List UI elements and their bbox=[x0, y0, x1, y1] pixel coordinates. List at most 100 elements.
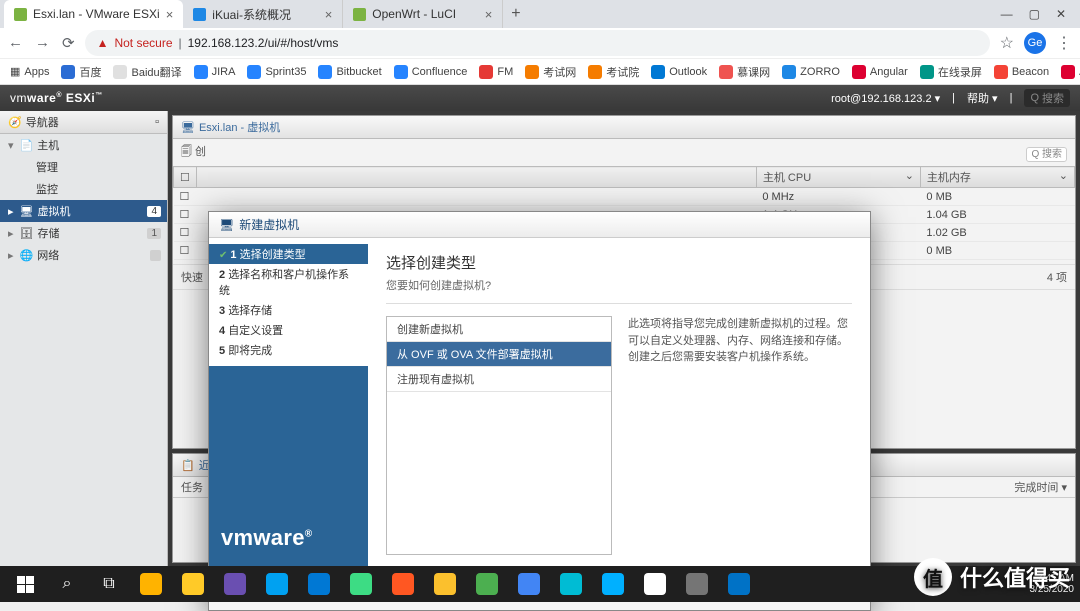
col-task[interactable]: 任务 bbox=[181, 479, 203, 495]
user-menu[interactable]: root@192.168.123.2 ▾ bbox=[831, 92, 940, 105]
step-5[interactable]: 5 即将完成 bbox=[209, 340, 368, 360]
clock[interactable]: 7:45 AM 3/25/2020 bbox=[1030, 573, 1075, 595]
col-cpu[interactable]: 主机 CPU ⌄ bbox=[756, 167, 920, 188]
forward-button[interactable]: → bbox=[35, 34, 50, 52]
taskbar-app[interactable] bbox=[258, 568, 296, 600]
taskbar-app[interactable] bbox=[594, 568, 632, 600]
modal-body: ✔1 选择创建类型 2 选择名称和客户机操作系统 3 选择存储 4 自定义设置 … bbox=[209, 238, 870, 569]
minimize-button[interactable]: — bbox=[1001, 7, 1013, 21]
tree-toggle-icon[interactable]: ▸ bbox=[8, 205, 14, 218]
bookmark-icon bbox=[61, 65, 75, 79]
bookmark-kaoshi[interactable]: 考试网 bbox=[525, 64, 576, 80]
tree-toggle-icon[interactable]: ▾ bbox=[8, 139, 14, 152]
checkbox-header[interactable]: ☐ bbox=[174, 167, 197, 188]
close-button[interactable]: ✕ bbox=[1056, 7, 1066, 21]
bookmark-kaoshiyuan[interactable]: 考试院 bbox=[588, 64, 639, 80]
bookmark-baidufanyi[interactable]: Baidu翻译 bbox=[113, 64, 181, 80]
start-button[interactable] bbox=[6, 568, 44, 600]
taskbar-app[interactable] bbox=[552, 568, 590, 600]
system-tray[interactable]: 7:45 AM 3/25/2020 bbox=[1030, 573, 1075, 595]
task-view-button[interactable]: ⧉ bbox=[90, 568, 128, 600]
step-2[interactable]: 2 选择名称和客户机操作系统 bbox=[209, 264, 368, 300]
bookmark-jira[interactable]: JIRA bbox=[194, 65, 236, 79]
bookmark-icon bbox=[994, 65, 1008, 79]
taskbar-app[interactable] bbox=[678, 568, 716, 600]
bookmark-angularjs[interactable]: AngularJS bbox=[1061, 65, 1080, 79]
bookmark-baidu[interactable]: 百度 bbox=[61, 64, 101, 80]
profile-avatar[interactable]: Ge bbox=[1024, 32, 1046, 54]
esxi-header: vmware® ESXi™ root@192.168.123.2 ▾ | 帮助 … bbox=[0, 85, 1080, 111]
search-button[interactable]: ⌕ bbox=[48, 568, 86, 600]
bookmark-sprint35[interactable]: Sprint35 bbox=[247, 65, 306, 79]
esxi-header-right: root@192.168.123.2 ▾ | 帮助 ▾ | Q搜索 bbox=[831, 89, 1070, 107]
option-create-new[interactable]: 创建新虚拟机 bbox=[387, 317, 611, 342]
close-icon[interactable]: × bbox=[166, 7, 174, 22]
taskbar-app[interactable] bbox=[468, 568, 506, 600]
quick-filter-button[interactable]: 快速 bbox=[181, 269, 203, 285]
bookmark-icon bbox=[479, 65, 493, 79]
new-tab-button[interactable]: + bbox=[503, 5, 528, 23]
bookmark-screenrec[interactable]: 在线录屏 bbox=[920, 64, 982, 80]
new-vm-wizard: 🖥新建虚拟机 ✔1 选择创建类型 2 选择名称和客户机操作系统 3 选择存储 4… bbox=[208, 211, 871, 611]
taskbar-app[interactable] bbox=[636, 568, 674, 600]
check-icon: ✔ bbox=[219, 250, 227, 261]
back-button[interactable]: ← bbox=[8, 34, 23, 52]
sidebar-item-host[interactable]: ▾📄主机 bbox=[0, 134, 167, 156]
sidebar: 🧭 导航器 ▫ ▾📄主机 管理 监控 ▸🖥虚拟机4 ▸🗄存储1 ▸🌐网络 bbox=[0, 111, 168, 567]
sidebar-item-network[interactable]: ▸🌐网络 bbox=[0, 244, 167, 266]
close-icon[interactable]: × bbox=[485, 7, 493, 22]
bookmark-fm[interactable]: FM bbox=[479, 65, 513, 79]
sidebar-item-vms[interactable]: ▸🖥虚拟机4 bbox=[0, 200, 167, 222]
panel-search[interactable]: Q 搜索 bbox=[1026, 145, 1067, 160]
help-menu[interactable]: 帮助 ▾ bbox=[967, 90, 998, 106]
tree-toggle-icon[interactable]: ▸ bbox=[8, 227, 14, 240]
sidebar-collapse-icon[interactable]: ▫ bbox=[155, 116, 159, 128]
bookmark-angular[interactable]: Angular bbox=[852, 65, 908, 79]
maximize-button[interactable]: ▢ bbox=[1029, 7, 1040, 21]
col-time[interactable]: 完成时间 ▾ bbox=[1014, 479, 1067, 495]
url-input[interactable]: ▲ Not secure | 192.168.123.2/ui/#/host/v… bbox=[85, 30, 990, 56]
app-icon bbox=[350, 573, 372, 595]
taskbar-app[interactable] bbox=[300, 568, 338, 600]
sidebar-item-storage[interactable]: ▸🗄存储1 bbox=[0, 222, 167, 244]
bookmark-muke[interactable]: 慕课网 bbox=[719, 64, 770, 80]
tasks-icon: 📋 bbox=[181, 459, 195, 472]
tree-toggle-icon[interactable]: ▸ bbox=[8, 249, 14, 262]
taskbar-app[interactable] bbox=[426, 568, 464, 600]
taskbar-app[interactable] bbox=[216, 568, 254, 600]
close-icon[interactable]: × bbox=[325, 7, 333, 22]
bookmark-bitbucket[interactable]: Bitbucket bbox=[318, 65, 381, 79]
option-register[interactable]: 注册现有虚拟机 bbox=[387, 367, 611, 392]
taskview-icon: ⧉ bbox=[103, 575, 114, 593]
tab-esxi[interactable]: Esxi.lan - VMware ESXi × bbox=[4, 0, 183, 28]
bookmark-zorro[interactable]: ZORRO bbox=[782, 65, 840, 79]
create-vm-button[interactable]: 🗐 创 bbox=[181, 143, 206, 162]
tab-openwrt[interactable]: OpenWrt - LuCI × bbox=[343, 0, 503, 28]
step-3[interactable]: 3 选择存储 bbox=[209, 300, 368, 320]
global-search[interactable]: Q搜索 bbox=[1024, 89, 1070, 107]
step-4[interactable]: 4 自定义设置 bbox=[209, 320, 368, 340]
taskbar-app[interactable] bbox=[384, 568, 422, 600]
reload-button[interactable]: ⟳ bbox=[62, 34, 75, 52]
step-1[interactable]: ✔1 选择创建类型 bbox=[209, 244, 368, 264]
tab-ikuai[interactable]: iKuai-系统概况 × bbox=[183, 0, 343, 28]
taskbar-app[interactable] bbox=[720, 568, 758, 600]
sidebar-item-monitor[interactable]: 监控 bbox=[0, 178, 167, 200]
taskbar-app[interactable] bbox=[174, 568, 212, 600]
bookmark-outlook[interactable]: Outlook bbox=[651, 65, 707, 79]
menu-icon[interactable]: ⋮ bbox=[1056, 33, 1072, 53]
col-mem[interactable]: 主机内存 ⌄ bbox=[920, 167, 1074, 188]
taskbar-app[interactable] bbox=[132, 568, 170, 600]
apps-icon: ▦ bbox=[10, 65, 20, 78]
apps-button[interactable]: ▦Apps bbox=[10, 65, 49, 78]
star-icon[interactable]: ☆ bbox=[1000, 33, 1014, 53]
sidebar-item-manage[interactable]: 管理 bbox=[0, 156, 167, 178]
taskbar-app[interactable] bbox=[342, 568, 380, 600]
bookmark-beacon[interactable]: Beacon bbox=[994, 65, 1049, 79]
option-description: 此选项将指导您完成创建新虚拟机的过程。您可以自定义处理器、内存、网络连接和存储。… bbox=[628, 316, 852, 555]
option-deploy-ovf[interactable]: 从 OVF 或 OVA 文件部署虚拟机 bbox=[387, 342, 611, 367]
bookmark-confluence[interactable]: Confluence bbox=[394, 65, 468, 79]
taskbar-app[interactable] bbox=[510, 568, 548, 600]
table-row[interactable]: ☐0 MHz0 MB bbox=[174, 188, 1075, 206]
bookmark-icon bbox=[113, 65, 127, 79]
